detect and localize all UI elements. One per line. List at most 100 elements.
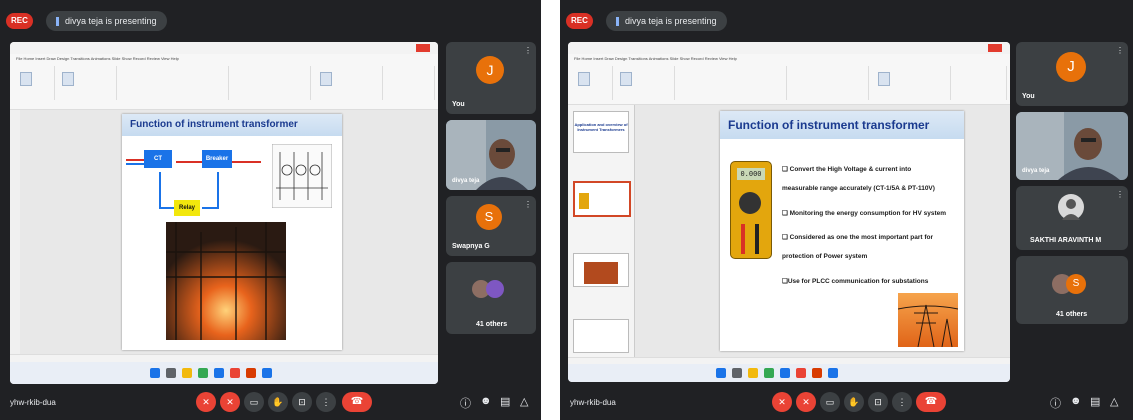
presenting-text: divya teja is presenting	[625, 16, 717, 26]
chat-icon[interactable]: ▤	[1090, 395, 1100, 408]
bullet-text: ❑Use for PLCC communication for substati…	[782, 278, 929, 285]
more-options-icon[interactable]: ⋮	[1116, 46, 1124, 55]
start-icon[interactable]	[150, 368, 160, 378]
others-tile[interactable]: 41 others	[446, 262, 536, 334]
shared-screen: File Home Insert Draw Design Transitions…	[10, 42, 438, 384]
substation-fire-photo	[166, 222, 286, 340]
meeting-code: yhw-rkib-dua	[10, 398, 56, 407]
person-icon	[1062, 199, 1080, 220]
bullet-text: protection of Power system	[782, 253, 868, 260]
start-icon[interactable]	[716, 368, 726, 378]
present-icon[interactable]: ⊡	[292, 392, 312, 412]
transmission-tower-photo	[898, 293, 958, 347]
captions-icon[interactable]: ▭	[244, 392, 264, 412]
app-icon[interactable]	[198, 368, 208, 378]
people-icon[interactable]: ☻	[1070, 395, 1082, 407]
leave-call-icon[interactable]: ☎	[342, 392, 372, 412]
presenting-indicator[interactable]: divya teja is presenting	[606, 11, 727, 31]
slide-thumbnail-active[interactable]	[573, 181, 631, 217]
info-icon[interactable]: ⓘ	[460, 395, 471, 411]
slide[interactable]: Function of instrument transformer 0.000…	[720, 111, 964, 351]
participant-tile[interactable]: SAKTHI ARAVINTH M ⋮	[1016, 186, 1128, 250]
people-icon[interactable]: ☻	[480, 395, 492, 407]
paste-icon[interactable]	[578, 72, 590, 86]
relay-block: Relay	[174, 200, 200, 216]
bullet-text: ❑ Monitoring the energy consumption for …	[782, 210, 947, 217]
camera-off-icon[interactable]: ✕	[796, 392, 816, 412]
ppt-title-bar	[10, 42, 438, 54]
share-button[interactable]	[416, 44, 430, 52]
app-icon[interactable]	[780, 368, 790, 378]
recording-badge: REC	[566, 13, 593, 29]
more-options-icon[interactable]: ⋮	[524, 200, 532, 209]
more-options-icon[interactable]: ⋮	[892, 392, 912, 412]
participant-tile-video[interactable]: divya teja	[1016, 112, 1128, 180]
powerpoint-icon[interactable]	[246, 368, 256, 378]
ct-schematic	[272, 144, 332, 208]
app-icon[interactable]	[764, 368, 774, 378]
participant-tile[interactable]: S Swapnya G ⋮	[446, 196, 536, 256]
more-options-icon[interactable]: ⋮	[524, 46, 532, 55]
presenting-icon	[616, 17, 619, 27]
slide-title: Function of instrument transformer	[130, 119, 298, 130]
folder-icon[interactable]	[182, 368, 192, 378]
shapes-icon[interactable]	[320, 72, 332, 86]
search-icon[interactable]	[166, 368, 176, 378]
ppt-title-bar	[568, 42, 1010, 54]
app-icon[interactable]	[230, 368, 240, 378]
left-screenshot: REC divya teja is presenting File Home I…	[0, 0, 541, 420]
thumbnail-panel: Application and overview of Instrument T…	[568, 105, 635, 357]
ribbon-tabs[interactable]: File Home Insert Draw Design Transitions…	[574, 56, 737, 61]
slide[interactable]: Function of instrument transformer CT Br…	[122, 114, 342, 350]
shapes-icon[interactable]	[878, 72, 890, 86]
meeting-code: yhw-rkib-dua	[570, 398, 616, 407]
others-count: 41 others	[476, 321, 508, 328]
participant-tile[interactable]: J You ⋮	[446, 42, 536, 114]
powerpoint-icon[interactable]	[812, 368, 822, 378]
presenting-indicator[interactable]: divya teja is presenting	[46, 11, 167, 31]
meet-controls: yhw-rkib-dua ✕ ✕ ▭ ✋ ⊡ ⋮ ☎ ⓘ ☻ ▤ △	[560, 384, 1133, 420]
activities-icon[interactable]: △	[1110, 395, 1118, 408]
mic-off-icon[interactable]: ✕	[772, 392, 792, 412]
raise-hand-icon[interactable]: ✋	[844, 392, 864, 412]
raise-hand-icon[interactable]: ✋	[268, 392, 288, 412]
breaker-block: Breaker	[202, 150, 232, 168]
captions-icon[interactable]: ▭	[820, 392, 840, 412]
chat-icon[interactable]: ▤	[500, 395, 510, 408]
more-options-icon[interactable]: ⋮	[1116, 190, 1124, 199]
new-slide-icon[interactable]	[620, 72, 632, 86]
participant-name: Swapnya G	[452, 243, 490, 250]
app-icon[interactable]	[828, 368, 838, 378]
slide-canvas: Application and overview of Instrument T…	[568, 105, 1010, 357]
ct-block: CT	[144, 150, 172, 168]
paste-icon[interactable]	[20, 72, 32, 86]
avatar: S	[476, 204, 502, 230]
slide-thumbnail[interactable]	[573, 253, 629, 287]
search-icon[interactable]	[732, 368, 742, 378]
participant-tile-video[interactable]: divya teja	[446, 120, 536, 190]
participant-tile[interactable]: J You ⋮	[1016, 42, 1128, 106]
avatar: J	[476, 56, 504, 84]
app-icon[interactable]	[796, 368, 806, 378]
thumbnail-title: Application and overview of Instrument T…	[574, 122, 628, 132]
folder-icon[interactable]	[748, 368, 758, 378]
avatar	[1058, 194, 1084, 220]
others-tile[interactable]: S 41 others	[1016, 256, 1128, 324]
app-icon[interactable]	[214, 368, 224, 378]
new-slide-icon[interactable]	[62, 72, 74, 86]
share-button[interactable]	[988, 44, 1002, 52]
shared-screen: File Home Insert Draw Design Transitions…	[568, 42, 1010, 382]
ribbon-tabs[interactable]: File Home Insert Draw Design Transitions…	[16, 56, 179, 61]
participant-name: You	[1022, 93, 1035, 100]
present-icon[interactable]: ⊡	[868, 392, 888, 412]
camera-off-icon[interactable]: ✕	[220, 392, 240, 412]
mic-off-icon[interactable]: ✕	[196, 392, 216, 412]
slide-thumbnail[interactable]	[573, 319, 629, 353]
leave-call-icon[interactable]: ☎	[916, 392, 946, 412]
presenting-icon	[56, 17, 59, 27]
slide-thumbnail[interactable]: Application and overview of Instrument T…	[573, 111, 629, 153]
activities-icon[interactable]: △	[520, 395, 528, 408]
more-options-icon[interactable]: ⋮	[316, 392, 336, 412]
app-icon[interactable]	[262, 368, 272, 378]
info-icon[interactable]: ⓘ	[1050, 395, 1061, 411]
